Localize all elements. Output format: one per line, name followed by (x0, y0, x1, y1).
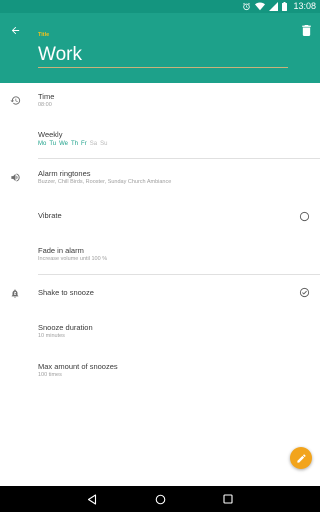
back-button[interactable] (6, 21, 24, 39)
signal-icon (269, 2, 279, 11)
vibrate-checkbox[interactable] (298, 210, 310, 222)
shake-checkbox[interactable] (298, 286, 310, 298)
snooze-duration-value: 10 minutes (38, 333, 65, 339)
day-fr[interactable]: Fr (81, 141, 87, 147)
arrow-back-icon (11, 26, 19, 34)
app-bar: Title (0, 13, 320, 83)
weekly-label: Weekly (38, 130, 63, 139)
status-bar: 13:08 (0, 0, 320, 13)
day-we[interactable]: We (59, 141, 68, 147)
check-circle-icon (299, 287, 309, 297)
weekly-setting[interactable]: Weekly Mo Tu We Th Fr Sa Su (0, 121, 320, 157)
day-mo[interactable]: Mo (38, 141, 46, 147)
snooze-duration-setting[interactable]: Snooze duration 10 minutes (0, 316, 320, 346)
snooze-duration-label: Snooze duration (38, 323, 93, 332)
nav-home-icon (155, 494, 165, 504)
divider (38, 158, 320, 159)
divider (38, 274, 320, 275)
max-snoozes-setting[interactable]: Max amount of snoozes 100 times (0, 355, 320, 385)
history-icon (9, 94, 21, 106)
weekday-selector: Mo Tu We Th Fr Sa Su (38, 141, 107, 147)
nav-recents-icon (223, 494, 233, 504)
time-setting[interactable]: Time 08:00 (0, 83, 320, 119)
day-sa[interactable]: Sa (90, 141, 97, 147)
volume-icon (9, 171, 21, 183)
status-time: 13:08 (293, 1, 316, 11)
battery-icon (282, 2, 288, 11)
alarm-icon (243, 2, 251, 11)
max-snoozes-value: 100 times (38, 372, 62, 378)
day-th[interactable]: Th (71, 141, 78, 147)
wifi-icon (255, 2, 266, 11)
nav-recents-button[interactable] (222, 493, 234, 505)
fade-setting[interactable]: Fade in alarm Increase volume until 100 … (0, 238, 320, 274)
ringtones-setting[interactable]: Alarm ringtones Buzzer, Chill Birds, Roo… (0, 162, 320, 198)
time-label: Time (38, 92, 55, 101)
status-icons: 13:08 (242, 0, 316, 13)
edit-pencil-icon (296, 453, 306, 463)
trash-icon (301, 24, 311, 36)
title-input[interactable] (38, 43, 288, 68)
vibrate-label: Vibrate (38, 211, 62, 220)
ringtones-value: Buzzer, Chill Birds, Rooster, Sunday Chu… (38, 179, 172, 185)
ringtones-label: Alarm ringtones (38, 169, 91, 178)
fade-label: Fade in alarm (38, 246, 84, 255)
fade-value: Increase volume until 100 % (38, 256, 108, 262)
vibrate-setting[interactable]: Vibrate (0, 201, 320, 229)
nav-bar (0, 486, 320, 512)
nav-back-button[interactable] (86, 493, 98, 505)
edit-fab[interactable] (290, 447, 312, 469)
max-snoozes-label: Max amount of snoozes (38, 362, 118, 371)
title-field-label: Title (38, 32, 50, 38)
delete-button[interactable] (299, 22, 313, 38)
nav-home-button[interactable] (154, 493, 166, 505)
day-tu[interactable]: Tu (49, 141, 56, 147)
snooze-bell-icon (9, 287, 21, 299)
day-su[interactable]: Su (100, 141, 107, 147)
shake-label: Shake to snooze (38, 288, 94, 297)
nav-back-icon (87, 493, 97, 505)
time-value: 08:00 (38, 102, 52, 108)
shake-setting[interactable]: Shake to snooze (0, 281, 320, 307)
radio-unchecked-icon (299, 211, 309, 221)
